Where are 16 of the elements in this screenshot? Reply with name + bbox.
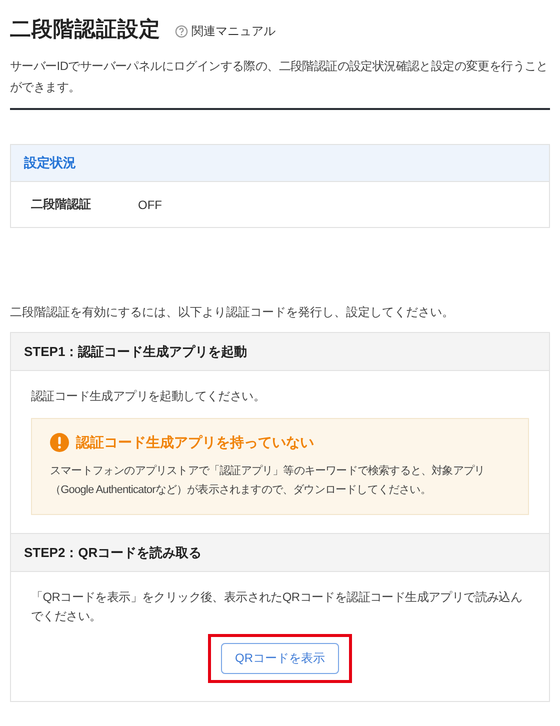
- warning-icon: [50, 433, 69, 452]
- manual-link[interactable]: 関連マニュアル: [174, 18, 276, 40]
- row-value: OFF: [138, 198, 162, 212]
- notice-text: スマートフォンのアプリストアで「認証アプリ」等のキーワードで検索すると、対象アプリ（Google Authenticatorなど）が表示されますので、ダウンロードしてください。: [50, 464, 486, 498]
- row-label: 二段階認証: [31, 196, 92, 213]
- step-heading: STEP2：QRコードを読み取る: [11, 533, 549, 572]
- step-heading: STEP1：認証コード生成アプリを起動: [11, 333, 549, 371]
- page-description: サーバーIDでサーバーパネルにログインする際の、二段階認証の設定状況確認と設定の変更を行うことができます。: [10, 58, 549, 96]
- panel-heading: 設定状況: [11, 145, 549, 182]
- notice-title: 認証コード生成アプリを持っていない: [76, 434, 314, 452]
- page-title: 二段階認証設定: [10, 16, 160, 43]
- show-qr-button[interactable]: QRコードを表示: [221, 643, 339, 674]
- step-text: 認証コード生成アプリを起動してください。: [31, 388, 266, 405]
- intro-text: 二段階認証を有効にするには、以下より認証コードを発行し、設定してください。: [10, 304, 455, 321]
- step-text: 「QRコードを表示」をクリック後、表示されたQRコードを認証コード生成アプリで読み込んでください。: [31, 589, 524, 625]
- help-icon: [174, 24, 188, 38]
